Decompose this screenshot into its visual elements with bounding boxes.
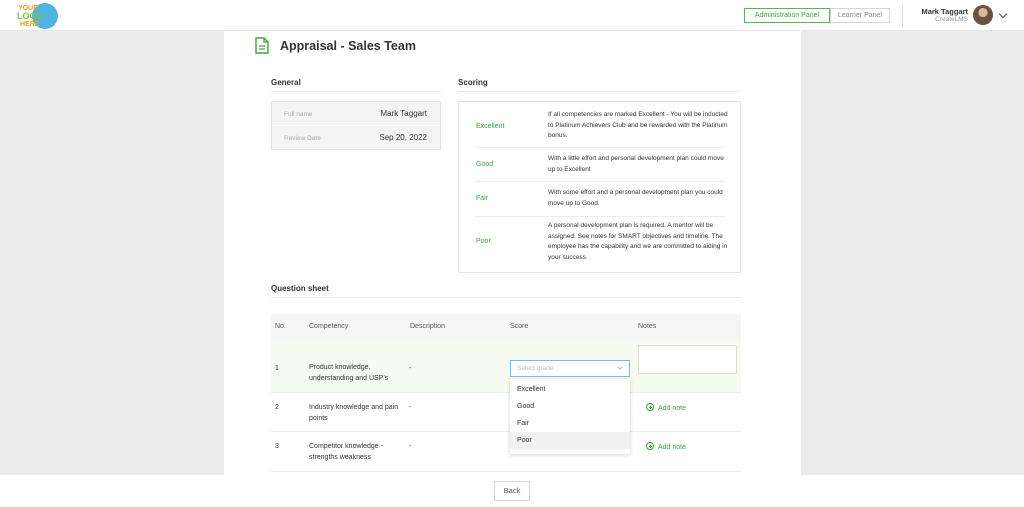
add-note-button[interactable]: Add note (646, 442, 686, 451)
row-number: 3 (275, 443, 279, 450)
user-name[interactable]: Mark Taggart (921, 7, 968, 16)
grade-option-good[interactable]: Good (510, 398, 630, 415)
chevron-down-icon[interactable] (998, 9, 1008, 19)
company-logo[interactable]: YOUR LOGO HERE (14, 3, 60, 29)
notes-input[interactable] (638, 345, 737, 374)
row-number: 1 (275, 365, 279, 372)
grade-dropdown: Excellent Good Fair Poor (510, 379, 630, 454)
score-description: With some effort and a personal developm… (548, 189, 723, 207)
plus-circle-icon (646, 403, 654, 411)
add-note-label: Add note (658, 444, 687, 451)
scoring-row-fair: Fair With some effort and a personal dev… (475, 182, 725, 217)
review-date-label: Review Date (284, 135, 321, 142)
row-description: - (409, 365, 412, 372)
logo-text-line3: HERE (20, 21, 40, 28)
user-avatar[interactable] (973, 5, 993, 25)
grade-option-poor[interactable]: Poor (510, 432, 630, 449)
full-name-label: Full name (284, 111, 313, 118)
review-date-row: Review Date Sep 20, 2022 (272, 126, 440, 149)
column-header-competency: Competency (309, 323, 349, 330)
chevron-down-icon (617, 364, 623, 370)
general-info-box: Full name Mark Taggart Review Date Sep 2… (271, 101, 441, 150)
logo-text-line2: LOGO (17, 11, 44, 21)
score-description: A personal development plan is required.… (548, 222, 728, 261)
top-bar: YOUR LOGO HERE Administration Panel Lear… (0, 0, 1024, 31)
back-button[interactable]: Back (494, 481, 530, 501)
row-competency: Competitor knowledge - strengths weaknes… (309, 443, 383, 461)
row-description: - (409, 404, 412, 411)
row-number: 2 (275, 404, 279, 411)
header-divider (902, 5, 903, 27)
page-title: Appraisal - Sales Team (280, 39, 416, 53)
table-row: 3 Competitor knowledge - strengths weakn… (271, 432, 741, 472)
question-sheet-title: Question sheet (271, 284, 329, 293)
score-name: Excellent (476, 123, 505, 130)
document-icon (255, 37, 269, 54)
scoring-section-title: Scoring (458, 78, 488, 87)
scoring-box: Excellent If all competencies are marked… (458, 101, 741, 273)
grade-select[interactable]: Select grade (510, 360, 630, 377)
general-section-title: General (271, 78, 301, 87)
score-description: If all competencies are marked Excellent… (548, 111, 728, 139)
score-name: Good (476, 161, 494, 168)
question-table-header: No. Competency Description Score Notes (271, 314, 741, 341)
question-sheet-divider (271, 297, 741, 298)
column-header-description: Description (410, 323, 446, 330)
add-note-label: Add note (658, 405, 687, 412)
full-name-value: Mark Taggart (380, 109, 427, 118)
grade-option-excellent[interactable]: Excellent (510, 381, 630, 398)
add-note-button[interactable]: Add note (646, 403, 686, 412)
scoring-row-excellent: Excellent If all competencies are marked… (475, 106, 728, 148)
plus-circle-icon (646, 442, 654, 450)
score-description: With a little effort and personal develo… (548, 155, 724, 173)
learner-panel-button[interactable]: Learner Panel (830, 8, 890, 23)
scoring-row-good: Good With a little effort and personal d… (475, 148, 725, 182)
review-date-value: Sep 20, 2022 (379, 133, 427, 142)
row-competency: Product knowledge, understanding and USP… (309, 364, 389, 382)
row-competency: Industry knowledge and pain points (309, 404, 399, 422)
grade-select-placeholder: Select grade (517, 365, 554, 372)
grade-option-fair[interactable]: Fair (510, 415, 630, 432)
administration-panel-button[interactable]: Administration Panel (744, 8, 830, 23)
table-row: 2 Industry knowledge and pain points - (271, 393, 741, 432)
scoring-row-poor: Poor A personal development plan is requ… (475, 217, 728, 269)
general-divider (271, 91, 441, 92)
score-name: Poor (476, 238, 491, 245)
row-description: - (409, 443, 412, 450)
full-name-row: Full name Mark Taggart (272, 102, 440, 125)
column-header-notes: Notes (638, 323, 657, 330)
scoring-divider (458, 91, 741, 92)
column-header-no: No. (275, 323, 286, 330)
user-organization: CreateLMS (935, 16, 968, 23)
score-name: Fair (476, 195, 489, 202)
column-header-score: Score (510, 323, 529, 330)
